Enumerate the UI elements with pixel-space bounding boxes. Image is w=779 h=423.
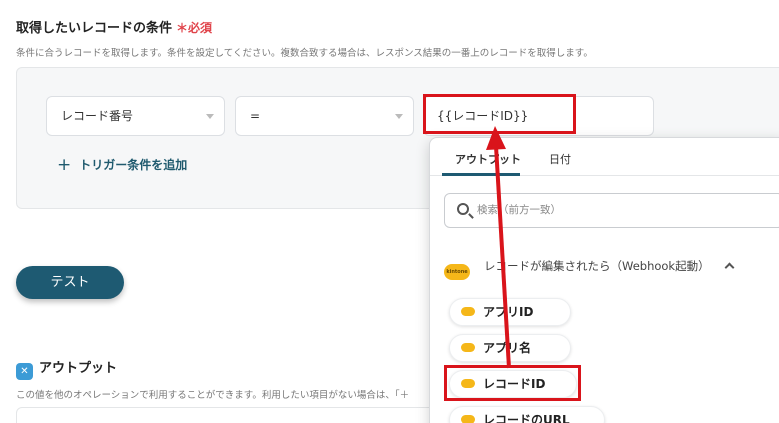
arrow-head <box>486 126 506 150</box>
annotation-arrow <box>486 126 511 369</box>
arrow-shaft <box>494 145 511 369</box>
